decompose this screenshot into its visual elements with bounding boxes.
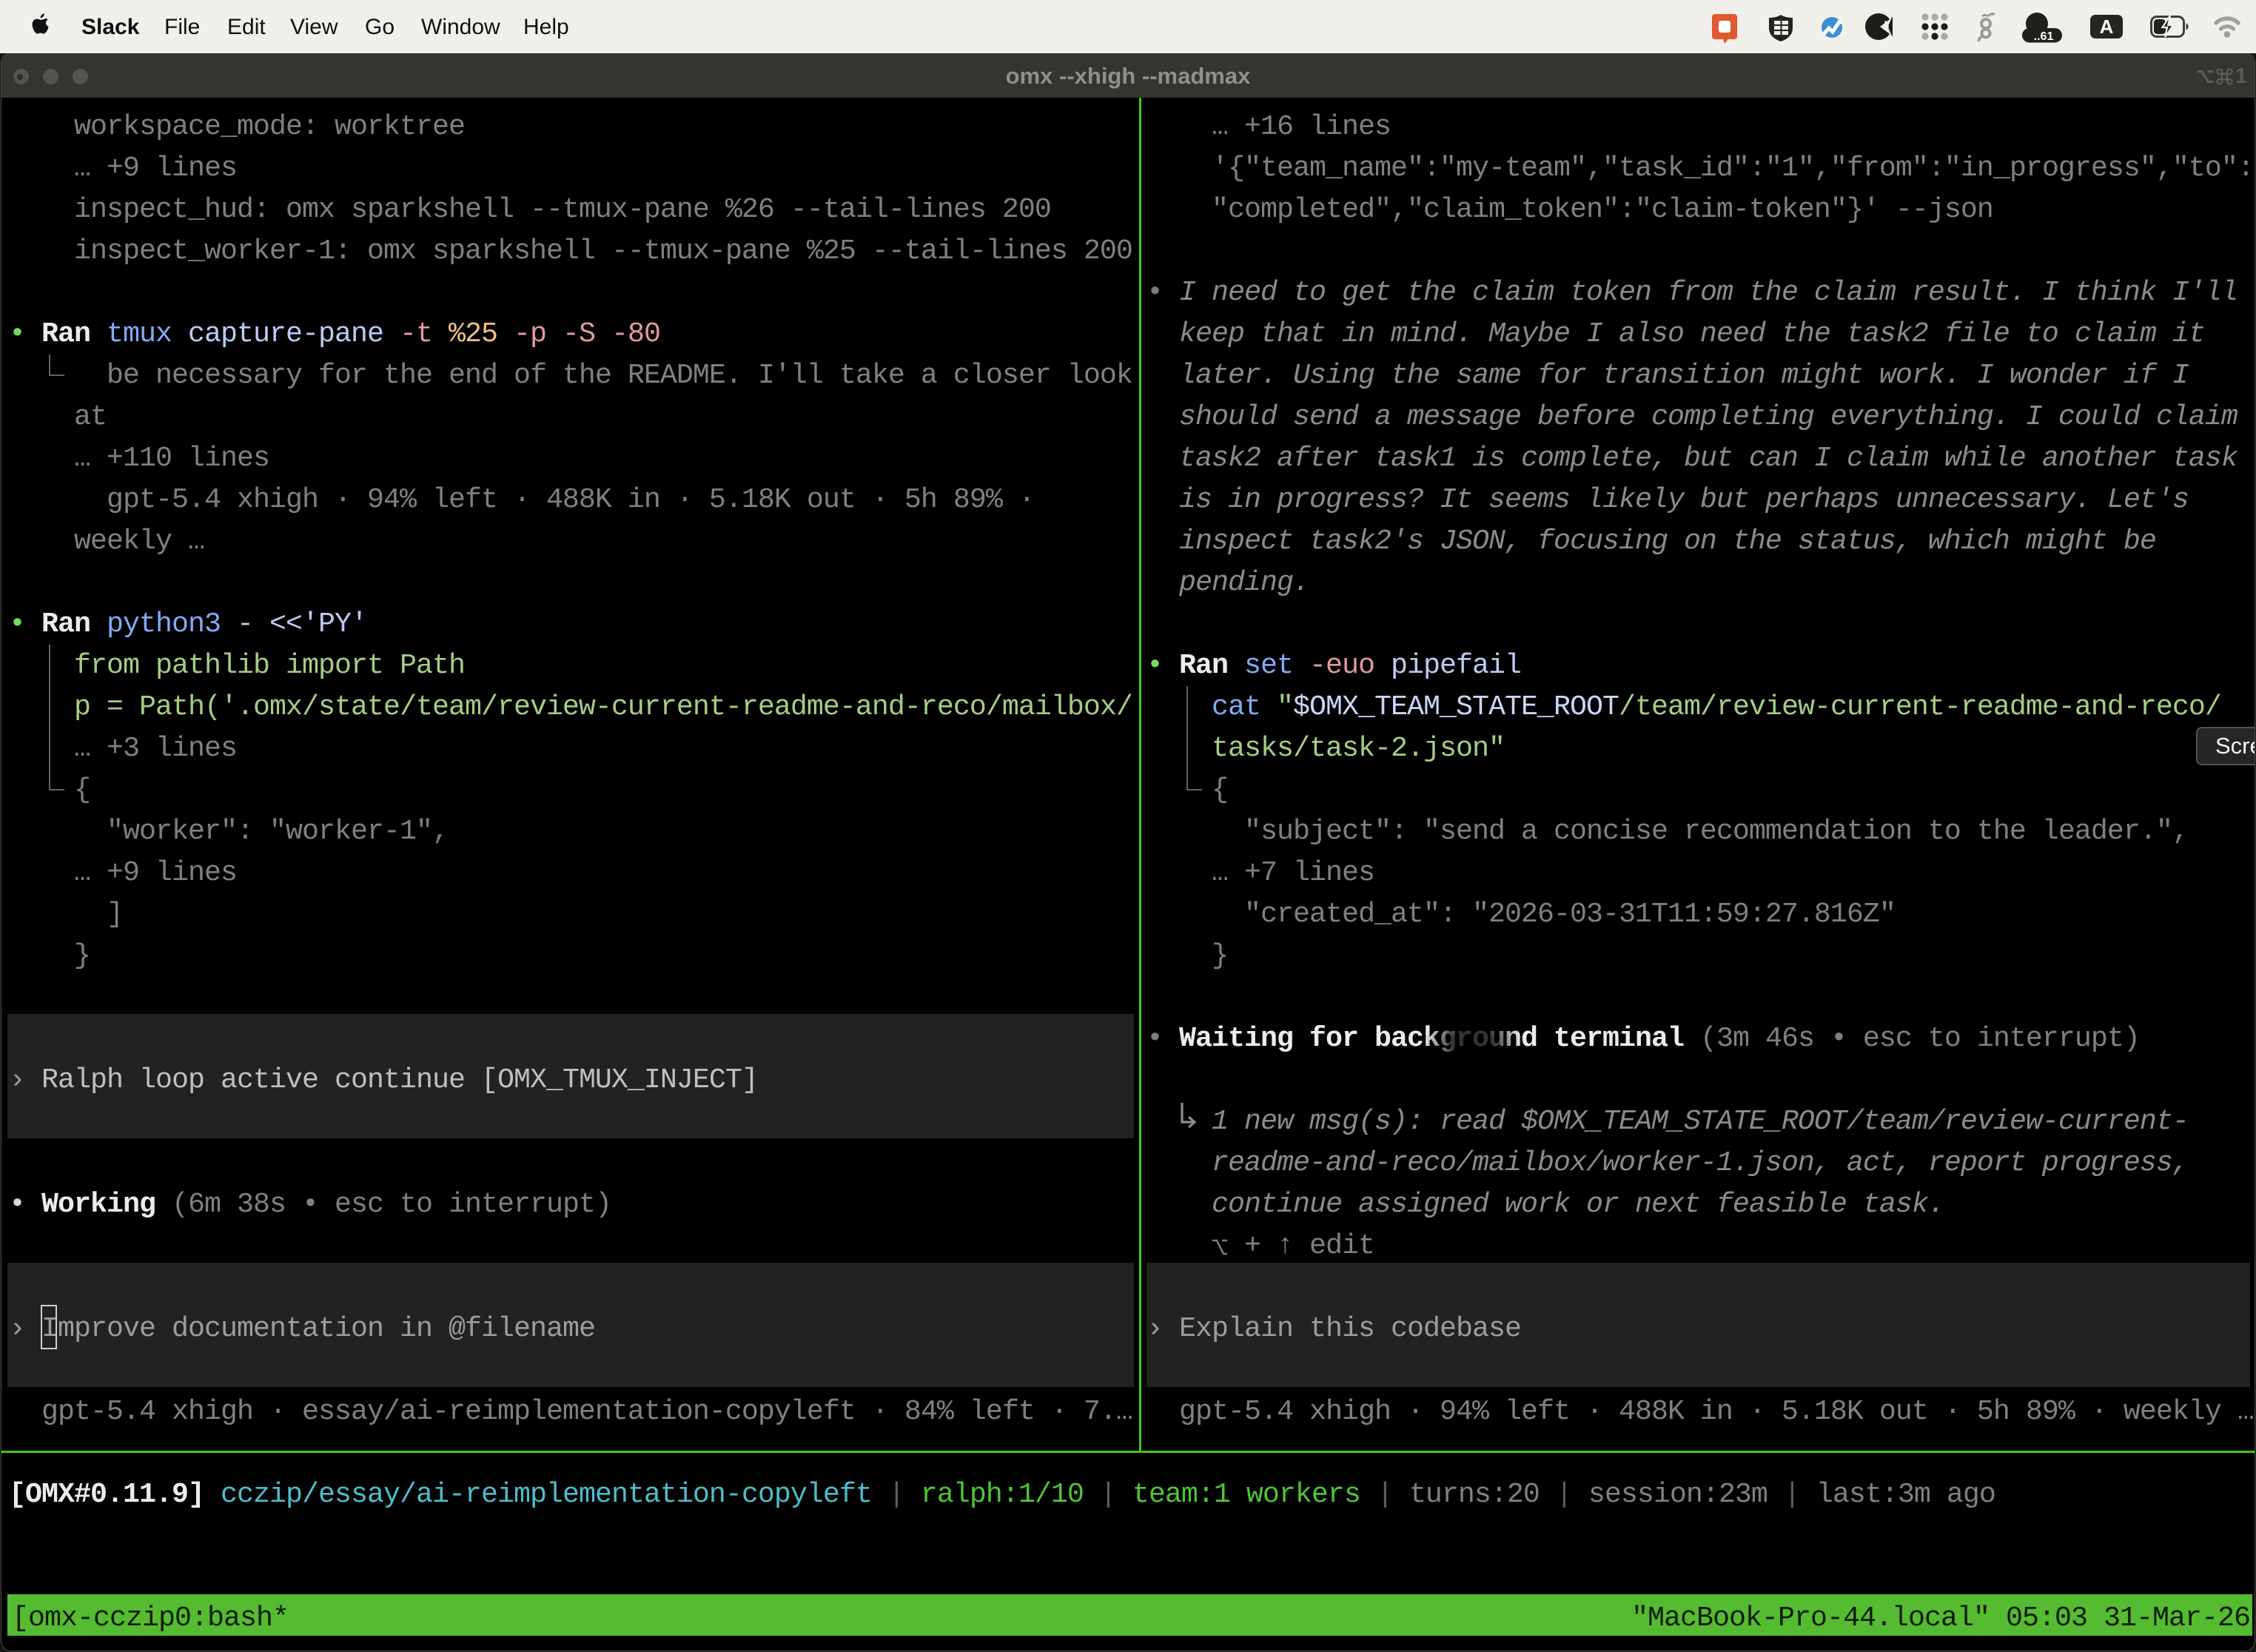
svg-text:..61: ..61 [2034, 30, 2054, 43]
